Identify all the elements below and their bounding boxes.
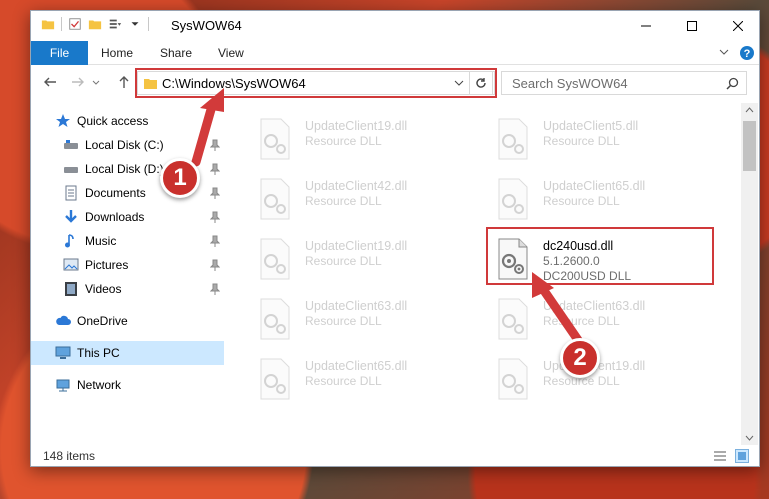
arrowhead-address xyxy=(200,88,224,112)
step-1-badge: 1 xyxy=(160,158,200,198)
arrow-to-file xyxy=(540,287,583,345)
arrow-to-address xyxy=(191,101,217,167)
annotation-arrows xyxy=(191,88,583,345)
step-2-badge: 2 xyxy=(560,338,600,378)
